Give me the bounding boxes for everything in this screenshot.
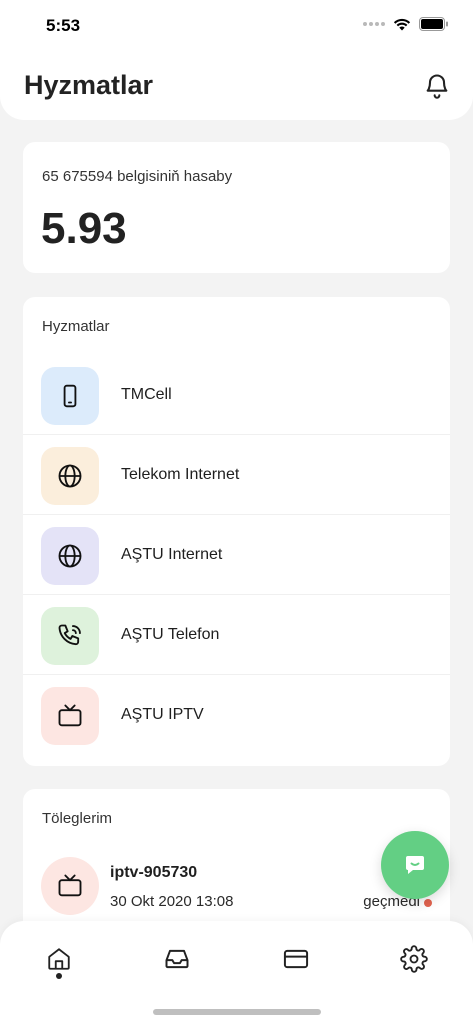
service-icon-bg [41, 687, 99, 745]
battery-icon [419, 17, 448, 31]
payments-title: Töleglerim [42, 810, 113, 827]
status-icons [363, 17, 449, 31]
bell-icon[interactable] [423, 72, 451, 100]
tab-cards[interactable] [276, 939, 316, 979]
tv-icon [58, 704, 82, 727]
service-item-tmcell[interactable]: TMCell [23, 355, 450, 435]
signal-icon [363, 22, 385, 26]
active-tab-indicator [56, 973, 62, 979]
service-label: AŞTU Telefon [121, 626, 220, 643]
service-icon-bg [41, 447, 99, 505]
tv-icon [58, 874, 82, 897]
globe-icon [58, 464, 82, 488]
balance-value: 5.93 [41, 204, 127, 253]
home-indicator [153, 1009, 321, 1015]
service-item-telekom-internet[interactable]: Telekom Internet [23, 435, 450, 515]
balance-card[interactable]: 65 675594 belgisiniň hasaby 5.93 [23, 142, 450, 273]
services-card: Hyzmatlar TMCell Telekom Internet AŞTU I… [23, 297, 450, 766]
service-item-astu-telefon[interactable]: AŞTU Telefon [23, 595, 450, 675]
balance-label: 65 675594 belgisiniň hasaby [42, 168, 233, 185]
service-label: AŞTU Internet [121, 546, 223, 563]
service-icon-bg [41, 527, 99, 585]
globe-icon [58, 544, 82, 568]
card-icon [283, 949, 309, 969]
service-item-astu-internet[interactable]: AŞTU Internet [23, 515, 450, 595]
payment-date: 30 Okt 2020 13:08 [110, 893, 234, 910]
page-title: Hyzmatlar [24, 70, 154, 100]
payment-icon-bg [41, 857, 99, 915]
service-label: AŞTU IPTV [121, 706, 204, 723]
service-icon-bg [41, 367, 99, 425]
payment-id: iptv-905730 [110, 864, 198, 881]
chat-icon [406, 856, 424, 874]
tab-bar [0, 921, 473, 1024]
wifi-icon [393, 18, 411, 31]
home-icon [48, 948, 70, 970]
service-icon-bg [41, 607, 99, 665]
status-bar: 5:53 [0, 0, 473, 50]
service-item-astu-iptv[interactable]: AŞTU IPTV [23, 675, 450, 755]
service-label: TMCell [121, 386, 172, 403]
tab-settings[interactable] [394, 939, 434, 979]
inbox-icon [165, 949, 189, 969]
settings-icon [400, 945, 428, 973]
status-dot [424, 899, 432, 907]
services-title: Hyzmatlar [42, 318, 110, 335]
chat-button[interactable] [381, 831, 449, 899]
phone-icon [63, 384, 77, 408]
app-header: Hyzmatlar [0, 50, 473, 120]
service-label: Telekom Internet [121, 466, 240, 483]
tab-inbox[interactable] [157, 939, 197, 979]
phone-call-icon [58, 624, 81, 646]
status-time: 5:53 [46, 16, 81, 35]
